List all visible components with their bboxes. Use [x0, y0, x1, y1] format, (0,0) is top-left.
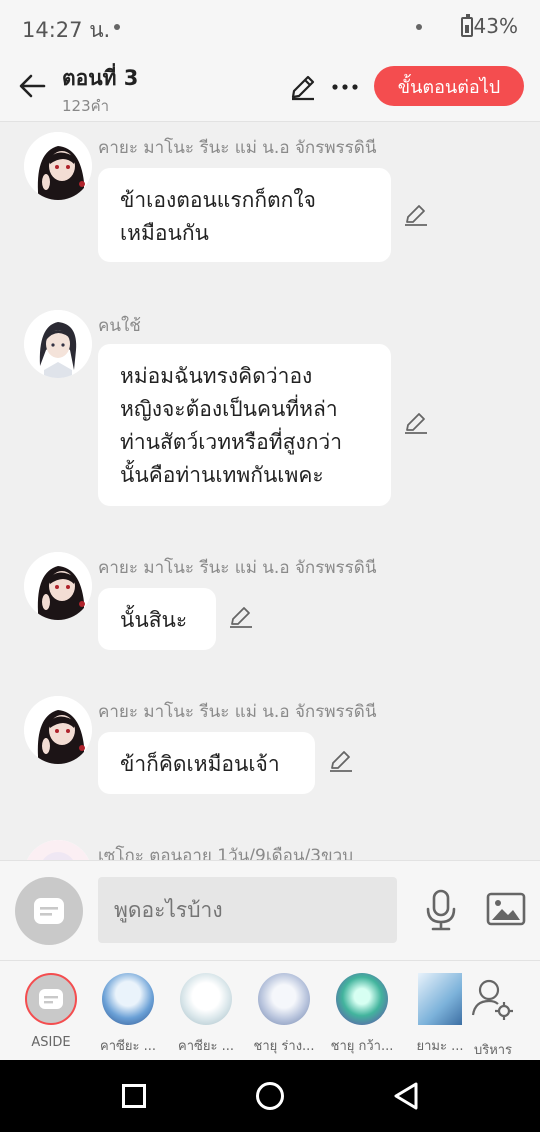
- message-line: หญิงจะต้องเป็นคนที่หล่า: [120, 397, 338, 421]
- avatar: [102, 973, 154, 1025]
- character-avatar[interactable]: คาซียะ ...: [92, 971, 164, 1056]
- status-time: 14:27 น.: [22, 18, 111, 42]
- more-options-icon[interactable]: [330, 72, 360, 102]
- message-line: ข้าเองตอนแรกก็ตกใจ: [120, 188, 316, 212]
- avatar[interactable]: [24, 132, 92, 200]
- character-label: ชายุ กว้า...: [330, 1039, 394, 1054]
- character-selector-bar: ASIDE คาซียะ ... คาซียะ ... ชายุ ร่าง...…: [0, 960, 540, 1060]
- sender-name: คายะ มาโนะ รีนะ แม่ น.อ จักรพรรดินี: [98, 558, 377, 578]
- avatar: [258, 973, 310, 1025]
- character-avatar[interactable]: คาซียะ ...: [170, 971, 242, 1056]
- character-label: ASIDE: [31, 1035, 71, 1050]
- character-label: บริหาร: [473, 1043, 513, 1058]
- avatar[interactable]: [24, 552, 92, 620]
- manage-characters-button[interactable]: บริหาร: [457, 971, 529, 1060]
- message-bubble[interactable]: นั้นสินะ: [98, 588, 216, 650]
- edit-message-icon[interactable]: [328, 748, 354, 774]
- system-navigation-bar: [0, 1060, 540, 1132]
- word-count: 123คำ: [62, 97, 110, 115]
- message-line: นั้นคือท่านเทพกันเพคะ: [120, 463, 324, 487]
- notification-dot-icon: [114, 24, 120, 30]
- message-line: ท่านสัตว์เวทหรือที่สูงกว่า: [120, 430, 342, 454]
- message-line: หม่อมฉันทรงคิดว่าอง: [120, 364, 313, 388]
- edit-message-icon[interactable]: [228, 604, 254, 630]
- back-triangle-icon[interactable]: [390, 1080, 422, 1112]
- character-aside[interactable]: ASIDE: [15, 971, 87, 1050]
- sender-name: คายะ มาโนะ รีนะ แม่ น.อ จักรพรรดินี: [98, 702, 377, 722]
- status-bar: 14:27 น. 43%: [0, 0, 540, 56]
- avatar: [336, 973, 388, 1025]
- message-line: ข้าก็คิดเหมือนเจ้า: [120, 752, 280, 776]
- character-avatar[interactable]: ชายุ ร่าง...: [248, 971, 320, 1056]
- user-settings-icon: [471, 979, 513, 1020]
- recent-apps-icon[interactable]: [122, 1084, 146, 1108]
- message-input[interactable]: [98, 877, 397, 943]
- sender-name: คายะ มาโนะ รีนะ แม่ น.อ จักรพรรดินี: [98, 138, 377, 158]
- image-icon[interactable]: [486, 891, 526, 927]
- avatar[interactable]: [24, 696, 92, 764]
- chat-area[interactable]: คายะ มาโนะ รีนะ แม่ น.อ จักรพรรดินี ข้าเ…: [0, 122, 540, 860]
- edit-pencil-icon[interactable]: [288, 72, 318, 102]
- episode-title: ตอนที่ 3: [62, 66, 139, 90]
- aside-toggle-button[interactable]: [15, 877, 83, 945]
- message-line: เหมือนกัน: [120, 221, 209, 245]
- back-arrow-icon[interactable]: [16, 70, 48, 102]
- message-bubble[interactable]: ข้าก็คิดเหมือนเจ้า: [98, 732, 315, 794]
- avatar: [180, 973, 232, 1025]
- next-step-button[interactable]: ขั้นตอนต่อไป: [374, 66, 524, 106]
- message-icon: [34, 898, 64, 924]
- message-line: นั้นสินะ: [120, 608, 188, 632]
- battery-icon: [461, 14, 473, 37]
- avatar: [418, 973, 462, 1025]
- character-label: ชายุ ร่าง...: [253, 1039, 315, 1054]
- home-icon[interactable]: [256, 1082, 284, 1110]
- notification-dot-icon: [416, 24, 422, 30]
- message-bubble[interactable]: ข้าเองตอนแรกก็ตกใจ เหมือนกัน: [98, 168, 391, 262]
- sender-name: เซโกะ ตอนอายุ 1วัน/9เดือน/3ขวบ: [98, 846, 354, 860]
- character-label: คาซียะ ...: [100, 1039, 156, 1054]
- battery-level: 43%: [473, 14, 518, 38]
- edit-message-icon[interactable]: [403, 202, 429, 228]
- sender-name: คนใช้: [98, 316, 141, 336]
- avatar[interactable]: [24, 840, 92, 860]
- microphone-icon[interactable]: [422, 889, 460, 931]
- edit-message-icon[interactable]: [403, 410, 429, 436]
- character-avatar[interactable]: ชายุ กว้า...: [326, 971, 398, 1056]
- character-label: คาซียะ ...: [178, 1039, 234, 1054]
- top-bar: ตอนที่ 3 123คำ ขั้นตอนต่อไป: [0, 56, 540, 122]
- message-bubble[interactable]: หม่อมฉันทรงคิดว่าอง หญิงจะต้องเป็นคนที่ห…: [98, 344, 391, 506]
- aside-icon: [25, 973, 77, 1025]
- message-input-bar: [0, 860, 540, 960]
- avatar[interactable]: [24, 310, 92, 378]
